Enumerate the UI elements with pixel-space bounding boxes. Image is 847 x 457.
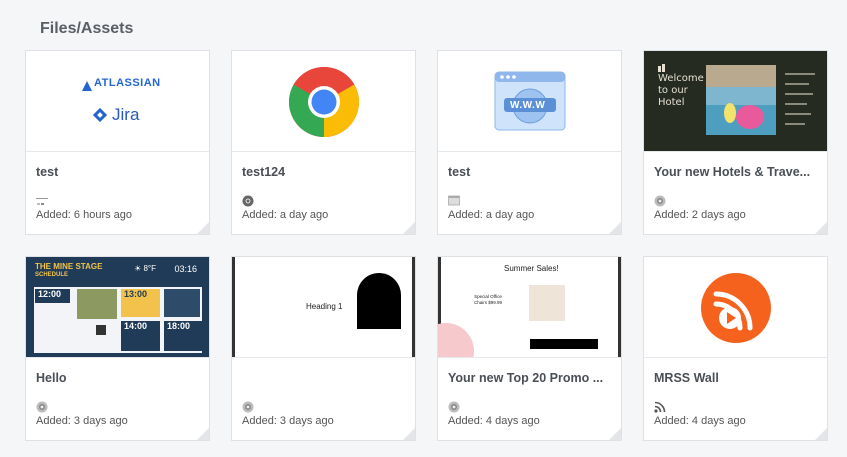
card-corner-fold — [609, 222, 621, 234]
asset-thumbnail: W.W.W — [438, 51, 621, 152]
asset-title: Hello — [36, 371, 67, 385]
asset-title: MRSS Wall — [654, 371, 719, 385]
thumb-right-border — [412, 257, 415, 357]
assets-grid: ATLASSIAN Jira test Added: 6 hours ago t… — [25, 50, 828, 441]
thumb-right-border — [618, 257, 621, 357]
added-timestamp: Added: a day ago — [448, 209, 535, 221]
schedule-photo — [77, 289, 117, 319]
sales-photo — [529, 285, 565, 321]
schedule-time: 18:00 — [167, 321, 191, 331]
card-corner-fold — [403, 222, 415, 234]
added-timestamp: Added: 2 days ago — [654, 209, 746, 221]
asset-card-mrss-wall[interactable]: MRSS Wall Added: 4 days ago — [643, 256, 828, 441]
jira-logo-icon — [92, 107, 108, 127]
card-corner-fold — [815, 428, 827, 440]
welcome-text: Welcome to our Hotel — [658, 73, 704, 108]
www-text: W.W.W — [510, 100, 546, 111]
asset-card-test[interactable]: ATLASSIAN Jira test Added: 6 hours ago — [25, 50, 210, 235]
added-timestamp: Added: 4 days ago — [448, 415, 540, 427]
thumb-left-border — [232, 257, 235, 357]
schedule-time: 13:00 — [124, 289, 148, 299]
mrss-logo-icon — [700, 272, 772, 349]
globe-icon — [654, 194, 666, 207]
pink-blob — [438, 323, 474, 357]
stage-clock: 03:16 — [174, 264, 197, 274]
added-timestamp: Added: 4 days ago — [654, 415, 746, 427]
schedule-tile: 14:00 — [121, 321, 160, 351]
added-timestamp: Added: 3 days ago — [36, 415, 128, 427]
added-timestamp: Added: 6 hours ago — [36, 209, 133, 221]
rss-icon — [654, 400, 666, 413]
qr-code — [96, 325, 106, 335]
asset-card-hotels-travel[interactable]: Welcome to our Hotel Your new Hotels & T… — [643, 50, 828, 235]
card-corner-fold — [815, 222, 827, 234]
schedule-tile: 12:00 — [35, 289, 70, 303]
schedule-time: 12:00 — [38, 289, 62, 299]
hotel-menu-list — [785, 73, 821, 130]
card-corner-fold — [197, 428, 209, 440]
asset-thumbnail: ATLASSIAN Jira — [26, 51, 209, 152]
arch-shape — [357, 273, 401, 334]
chrome-icon — [242, 194, 254, 207]
asset-card-top20-promo[interactable]: Summer Sales! Special Office Chairs $99.… — [437, 256, 622, 441]
heading-text: Heading 1 — [306, 302, 343, 311]
page-title: Files/Assets — [40, 20, 134, 37]
asset-card-untitled[interactable]: Heading 1 Added: 3 days ago — [231, 256, 416, 441]
stage-temperature: ☀ 8°F — [134, 264, 156, 273]
asset-title: Your new Hotels & Trave... — [654, 165, 811, 179]
sales-offer-text: Special Office Chairs $99.99 — [473, 294, 503, 305]
asset-thumbnail: Summer Sales! Special Office Chairs $99.… — [438, 257, 621, 358]
schedule-photo — [164, 289, 200, 317]
asset-title: test — [448, 165, 471, 179]
asset-thumbnail — [644, 257, 827, 358]
jira-logo-text: Jira — [112, 105, 140, 124]
card-corner-fold — [609, 428, 621, 440]
asset-title: test124 — [242, 165, 286, 179]
asset-thumbnail: THE MINE STAGE SCHEDULE ☀ 8°F 03:16 12:0… — [26, 257, 209, 358]
asset-card-hello[interactable]: THE MINE STAGE SCHEDULE ☀ 8°F 03:16 12:0… — [25, 256, 210, 441]
stage-subtitle: SCHEDULE — [35, 272, 69, 278]
asset-title: test — [36, 165, 59, 179]
asset-thumbnail: Welcome to our Hotel — [644, 51, 827, 152]
asset-title: Your new Top 20 Promo ... — [448, 371, 604, 385]
asset-thumbnail: Heading 1 — [232, 257, 415, 358]
card-corner-fold — [403, 428, 415, 440]
sales-title: Summer Sales! — [504, 264, 559, 273]
added-timestamp: Added: a day ago — [242, 209, 329, 221]
atlassian-logo-text: ATLASSIAN — [94, 77, 161, 89]
chrome-logo-icon — [288, 66, 360, 143]
schedule-tile: 18:00 — [164, 321, 203, 351]
card-corner-fold — [197, 222, 209, 234]
schedule-time: 14:00 — [124, 321, 148, 331]
document-icon — [36, 194, 48, 206]
asset-card-test-web[interactable]: W.W.W test Added: a day ago — [437, 50, 622, 235]
asset-thumbnail — [232, 51, 415, 152]
hotel-photo — [706, 65, 776, 135]
atlassian-logo-icon — [82, 78, 92, 96]
globe-icon — [448, 400, 460, 413]
added-timestamp: Added: 3 days ago — [242, 415, 334, 427]
asset-card-test124[interactable]: test124 Added: a day ago — [231, 50, 416, 235]
globe-icon — [242, 400, 254, 413]
globe-icon — [36, 400, 48, 413]
stage-title: THE MINE STAGE — [35, 262, 103, 271]
web-icon — [448, 194, 460, 206]
black-bar — [530, 339, 598, 349]
schedule-tile: 13:00 — [121, 289, 160, 317]
